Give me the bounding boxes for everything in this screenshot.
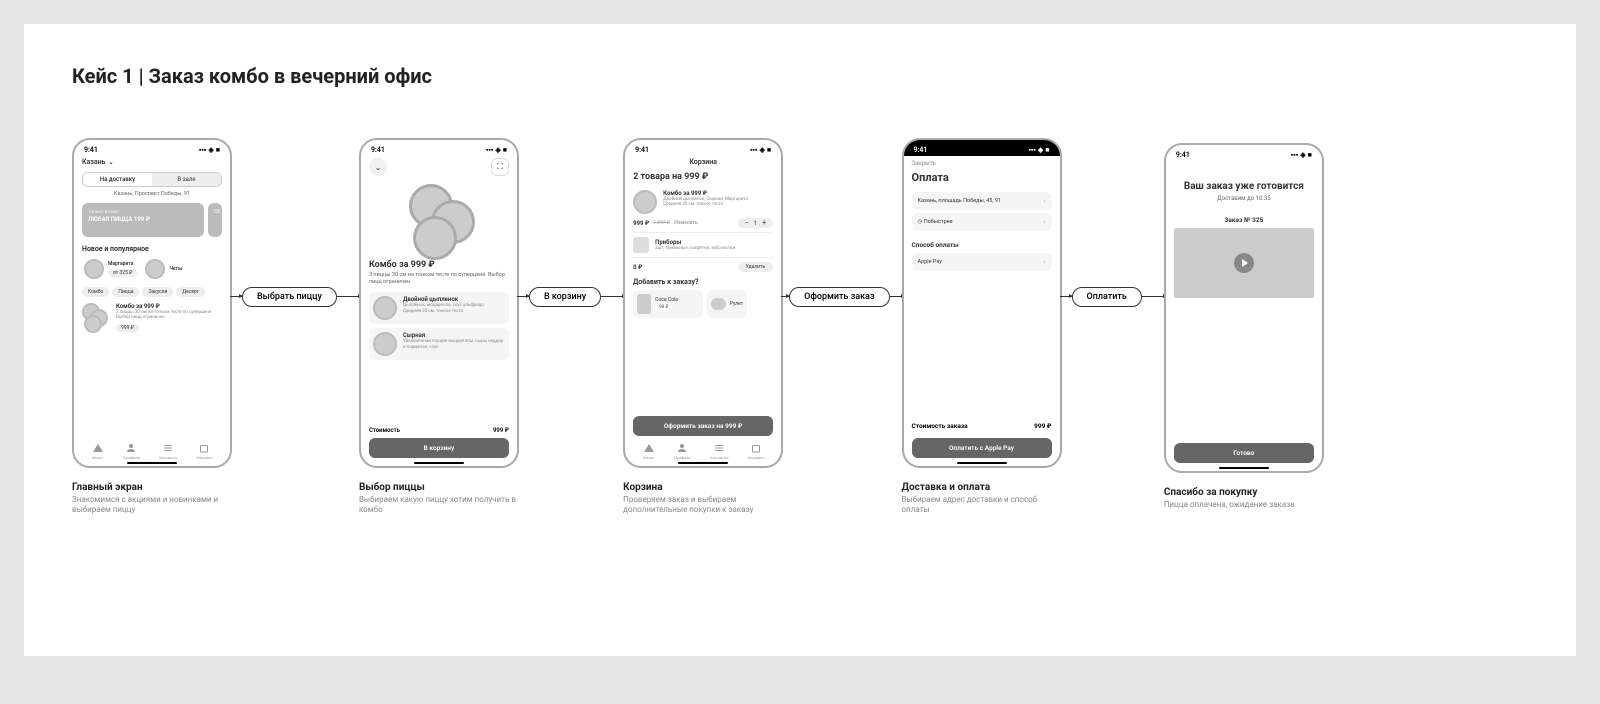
city-selector[interactable]: Казань⌄ [82,156,222,172]
category-chip[interactable]: Пицца [112,287,139,297]
caption-title: Главный экран [72,482,232,493]
delivery-time: Доставим до 10:35 [1174,195,1314,202]
product-title: Комбо за 999 ₽ [369,260,509,270]
cart-summary: 2 товара на 999 ₽ [633,172,773,182]
screen-cart: 9:41 ▪▪▪◈■ Корзина 2 товара на 999 ₽ Ком… [623,138,783,468]
promo-banner[interactable]: ТОЛЬКО В КАФЕ ЛЮБАЯ ПИЦЦА 199 ₽ [82,203,204,237]
payment-method[interactable]: Apple Pay› [912,253,1052,271]
delivery-toggle[interactable]: На доставку В зале [82,172,222,187]
screen-home: 9:41 ▪▪▪◈■ Казань⌄ На доставку В зале Ка… [72,138,232,468]
address[interactable]: Казань, Проспект Победы, 91 [82,191,222,197]
combo-card[interactable]: Комбо за 999 ₽ 3 пиццы 30 см на тонком т… [82,303,222,333]
connector: Оформить заказ [781,287,903,307]
tab-cart[interactable]: Корзина [748,442,764,460]
connector: Оплатить [1060,287,1166,307]
caption-desc: Выбираем адрес доставки и способ оплаты [902,495,1062,516]
roll-icon [711,298,726,310]
caption-title: Выбор пиццы [359,482,519,493]
tab-bar: Меню Профиль Контакты Корзина [82,438,222,460]
pay-button[interactable]: Оплатить с Apple Pay [912,438,1052,458]
order-number: Заказ № 325 [1174,216,1314,224]
speed-row[interactable]: ◷ Побыстрее› [912,213,1052,231]
connector: Выбрать пиццу [230,287,361,307]
caption-desc: Пицца оплачена, ожидание заказа [1164,500,1324,510]
clock-icon: ◷ [918,219,923,225]
play-icon[interactable] [1234,253,1254,273]
cart-title: Корзина [633,156,773,172]
checkout-button[interactable]: Оформить заказ на 999 ₽ [633,416,773,436]
upsell-card[interactable]: Coca Cola 90 ₽ [633,290,703,318]
screen-select: 9:41 ▪▪▪◈■ ⌄ ⛶ Комбо за 999 ₽ 3 пиццы 30… [359,138,519,468]
pizza-icon [145,259,165,279]
category-chip[interactable]: Комбо [82,287,109,297]
tab-menu[interactable]: Меню [92,442,104,460]
tab-cart[interactable]: Корзина [197,442,213,460]
section-new: Новое и популярное [82,245,222,253]
pizza-icon [633,190,657,214]
caption-title: Доставка и оплата [902,482,1062,493]
pizza-icon [373,296,397,320]
cart-item: Комбо за 999 ₽ Двойной цыпленок, Сырная,… [633,190,773,214]
screen-payment: 9:41 ▪▪▪◈■ Закрыть Оплата Казань, площад… [902,138,1062,468]
pizza-icon [373,332,397,356]
payment-method-label: Способ оплаты [912,241,1052,249]
connector: В корзину [517,287,625,307]
product-card[interactable]: Маргарита от 325 ₽ [82,257,139,281]
status-bar: 9:41 ▪▪▪◈■ [74,140,230,156]
plus-button[interactable]: + [759,219,769,227]
coca-cola-icon [637,294,651,314]
minus-button[interactable]: − [742,219,752,227]
product-card[interactable]: Четы [143,257,184,281]
tab-profile[interactable]: Профиль [123,442,140,460]
screen-thanks: 9:41 ▪▪▪◈■ Ваш заказ уже готовится Доста… [1164,143,1324,473]
status-bar: 9:41 ▪▪▪◈■ [1166,145,1322,161]
category-chip[interactable]: Десерт [176,287,205,297]
caption-title: Спасибо за покупку [1164,487,1324,498]
payment-heading: Оплата [912,171,1052,184]
close-button[interactable]: Закрыть [912,156,1052,171]
category-chip[interactable]: Закуски [142,287,173,297]
tab-profile[interactable]: Профиль [674,442,691,460]
tab-bar: Меню Профиль Контакты Корзина [633,438,773,460]
caption-desc: Проверяем заказ и выбираем дополнительны… [623,495,783,516]
caption-desc: Знакомимся с акциями и новинками и выбир… [72,495,232,516]
chevron-down-icon: ⌄ [109,159,114,166]
case-title: Кейс 1 | Заказ комбо в вечерний офис [72,64,1528,88]
tab-contacts[interactable]: Контакты [159,442,177,460]
thanks-heading: Ваш заказ уже готовится [1174,181,1314,193]
cutlery-icon [633,237,649,253]
delete-button[interactable]: Удалить [738,262,774,272]
upsell-heading: Добавить к заказу? [633,278,773,286]
pizza-icon [84,259,104,279]
cart-icon[interactable]: ⛶ [491,158,509,176]
user-flow: 9:41 ▪▪▪◈■ Казань⌄ На доставку В зале Ка… [72,138,1528,516]
caption-desc: Выбираем какую пиццу хотим получить в ко… [359,495,519,516]
tab-menu[interactable]: Меню [643,442,655,460]
cutlery-item: Приборы 3шт, бумажные салфетки, зубочист… [633,237,773,258]
done-button[interactable]: Готово [1174,443,1314,463]
pizza-option[interactable]: Двойной цыпленок Цыпленок, моцарелла, со… [369,292,509,324]
pizza-option[interactable]: Сырная Увеличенная порция моцареллы, сыр… [369,328,509,360]
product-hero [369,180,509,260]
change-link[interactable]: Изменить [674,220,697,226]
upsell-card[interactable]: Рулет [707,290,747,318]
video-player[interactable] [1174,228,1314,298]
status-bar: 9:41 ▪▪▪◈■ [361,140,517,156]
product-desc: 3 пиццы 30 см на тонком тесте по суперце… [369,272,509,286]
promo-banner-2[interactable]: СК [208,203,222,237]
add-to-cart-button[interactable]: В корзину [369,438,509,458]
status-bar: 9:41 ▪▪▪◈■ [904,140,1060,156]
back-button[interactable]: ⌄ [369,158,387,176]
tab-contacts[interactable]: Контакты [710,442,728,460]
caption-title: Корзина [623,482,783,493]
address-row[interactable]: Казань, площадь Победы, 45, 91› [912,192,1052,210]
quantity-stepper[interactable]: − 1 + [738,218,773,228]
status-bar: 9:41 ▪▪▪◈■ [625,140,781,156]
